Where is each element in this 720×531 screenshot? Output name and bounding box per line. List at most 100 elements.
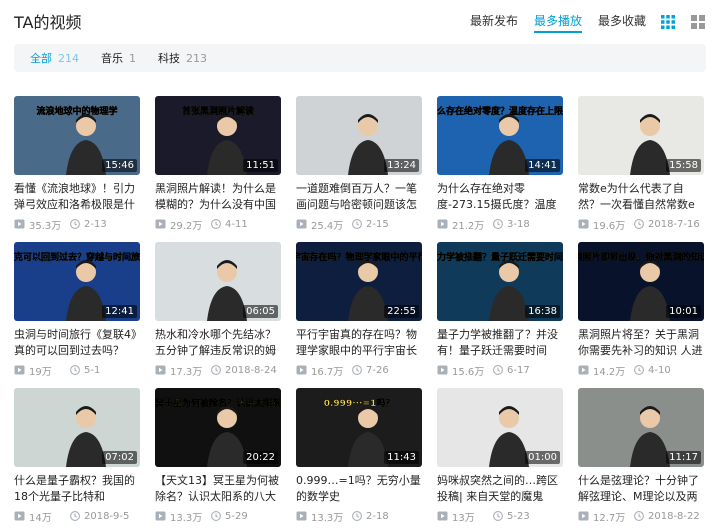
video-card[interactable]: 13:24 一道题难倒百万人？一笔画问题与哈密顿问题该怎么解？ 25.4万 2-15: [296, 96, 422, 232]
list-view-icon[interactable]: [690, 14, 706, 30]
video-thumbnail[interactable]: 冥王星为何被除名？认识太阳系 20:22: [155, 388, 281, 467]
play-count: 14.2万: [578, 363, 634, 378]
grid-view-icon[interactable]: [660, 14, 676, 30]
video-thumbnail[interactable]: 0.999···=1吗？ 11:43: [296, 388, 422, 467]
video-meta: 12.7万 2018-8-22: [578, 509, 704, 524]
video-thumbnail[interactable]: 01:00: [437, 388, 563, 467]
video-title[interactable]: 为什么存在绝对零度-273.15摄氏度？温度存在上限吗？: [437, 181, 563, 213]
play-count: 17.3万: [155, 363, 211, 378]
video-meta: 14万 2018-9-5: [14, 509, 140, 524]
video-meta: 35.3万 2-13: [14, 217, 140, 232]
filter-all[interactable]: 全部 214: [30, 50, 79, 66]
video-duration: 01:00: [525, 451, 560, 464]
video-meta: 19万 5-1: [14, 363, 140, 378]
video-title[interactable]: 【天文13】冥王星为何被除名？认识太阳系的八大行星: [155, 473, 281, 505]
video-thumbnail[interactable]: 06:05: [155, 242, 281, 321]
upload-date: 4-10: [634, 365, 671, 376]
video-card[interactable]: 15:58 常数e为什么代表了自然？一次看懂自然常数e的由来 19.6万 2018-7…: [578, 96, 704, 232]
video-title[interactable]: 热水和冷水哪个先结冰？五分钟了解违反常识的姆潘巴现象: [155, 327, 281, 359]
video-thumbnail[interactable]: 浩克可以回到过去？穿越与时间旅行 12:41: [14, 242, 140, 321]
video-meta: 13.3万 2-18: [296, 509, 422, 524]
video-meta: 16.7万 7-26: [296, 363, 422, 378]
play-count-icon: [437, 219, 448, 229]
video-thumbnail[interactable]: 07:02: [14, 388, 140, 467]
clock-icon: [70, 365, 80, 375]
video-card[interactable]: 为什么存在绝对零度？温度存在上限吗？ 14:41 为什么存在绝对零度-273.15摄…: [437, 96, 563, 232]
play-count-icon: [14, 365, 25, 375]
video-card[interactable]: 量子力学被推翻？量子跃迁需要时间吗？ 16:38 量子力学被推翻了？并没有！量子跃迁…: [437, 242, 563, 378]
video-card[interactable]: 11:17 什么是弦理论？十分钟了解弦理论、M理论以及两次超弦革 12.7万 2018…: [578, 388, 704, 524]
video-duration: 06:05: [243, 305, 278, 318]
video-duration: 11:17: [666, 451, 701, 464]
video-thumbnail[interactable]: 量子力学被推翻？量子跃迁需要时间吗？ 16:38: [437, 242, 563, 321]
clock-icon: [211, 365, 221, 375]
video-duration: 12:41: [102, 305, 137, 318]
sort-tab-most-played[interactable]: 最多播放: [533, 13, 582, 33]
filter-tech[interactable]: 科技 213: [158, 50, 207, 66]
category-filter-bar: 全部 214 音乐 1 科技 213: [14, 44, 706, 72]
video-title[interactable]: 黑洞照片将至？关于黑洞你需要先补习的知识 人进入黑洞会: [578, 327, 704, 359]
video-card[interactable]: 平行宇宙存在吗？物理学家眼中的平行宇宙 22:55 平行宇宙真的存在吗？物理学家眼中…: [296, 242, 422, 378]
video-duration: 15:46: [102, 159, 137, 172]
clock-icon: [211, 511, 221, 521]
play-count-value: 19万: [29, 366, 52, 378]
clock-icon: [70, 511, 80, 521]
video-thumbnail[interactable]: 平行宇宙存在吗？物理学家眼中的平行宇宙 22:55: [296, 242, 422, 321]
view-toggle: [660, 14, 706, 30]
video-duration: 13:24: [384, 159, 419, 172]
sort-tab-latest[interactable]: 最新发布: [470, 13, 518, 33]
video-title[interactable]: 什么是量子霸权？我国的18个光量子比特和google的72个: [14, 473, 140, 505]
video-thumbnail[interactable]: 15:58: [578, 96, 704, 175]
video-title[interactable]: 平行宇宙真的存在吗？物理学家眼中的平行宇宙长什么样？: [296, 327, 422, 359]
video-title[interactable]: 虫洞与时间旅行《复联4》真的可以回到过去吗？: [14, 327, 140, 359]
play-count-icon: [296, 511, 307, 521]
video-card[interactable]: 0.999···=1吗？ 11:43 0.999…=1吗？无穷小量的数学史 13.3万…: [296, 388, 422, 524]
clock-icon: [493, 511, 503, 521]
video-title[interactable]: 妈咪叔突然之间的…跨区投稿| 来自天堂的魔鬼: [437, 473, 563, 505]
clock-icon: [634, 365, 644, 375]
video-card[interactable]: 01:00 妈咪叔突然之间的…跨区投稿| 来自天堂的魔鬼 13万 5-23: [437, 388, 563, 524]
video-title[interactable]: 什么是弦理论？十分钟了解弦理论、M理论以及两次超弦革: [578, 473, 704, 505]
video-thumbnail[interactable]: 首张黑洞照片解读 11:51: [155, 96, 281, 175]
video-title[interactable]: 常数e为什么代表了自然？一次看懂自然常数e的由来: [578, 181, 704, 213]
play-count-value: 25.4万: [311, 220, 344, 232]
upload-date: 7-26: [352, 365, 389, 376]
play-count-icon: [296, 219, 307, 229]
thumbnail-caption: 量子力学被推翻？量子跃迁需要时间吗？: [437, 251, 563, 263]
play-count: 12.7万: [578, 509, 634, 524]
video-card[interactable]: 流浪地球中的物理学 15:46 看懂《流浪地球》！引力弹弓效应和洛希极限是什么？木星…: [14, 96, 140, 232]
video-thumbnail[interactable]: 13:24: [296, 96, 422, 175]
play-count: 14万: [14, 509, 70, 524]
video-title[interactable]: 一道题难倒百万人？一笔画问题与哈密顿问题该怎么解？: [296, 181, 422, 213]
video-title[interactable]: 看懂《流浪地球》！引力弹弓效应和洛希极限是什么？木星: [14, 181, 140, 213]
video-title[interactable]: 0.999…=1吗？无穷小量的数学史: [296, 473, 422, 505]
sort-tab-most-favorited[interactable]: 最多收藏: [598, 13, 646, 33]
video-thumbnail[interactable]: 第一张黑洞照片即将出现，你对黑洞的知识有多少？ 10:01: [578, 242, 704, 321]
video-duration: 20:22: [243, 451, 278, 464]
video-title[interactable]: 黑洞照片解读！为什么是模糊的？为什么没有中国的: [155, 181, 281, 213]
video-thumbnail[interactable]: 11:17: [578, 388, 704, 467]
video-card[interactable]: 第一张黑洞照片即将出现，你对黑洞的知识有多少？ 10:01 黑洞照片将至？关于黑洞你…: [578, 242, 704, 378]
upload-date-value: 2018-7-16: [648, 218, 700, 230]
video-duration: 11:43: [384, 451, 419, 464]
video-duration: 22:55: [384, 305, 419, 318]
play-count-icon: [437, 511, 448, 521]
clock-icon: [493, 365, 503, 375]
video-thumbnail[interactable]: 流浪地球中的物理学 15:46: [14, 96, 140, 175]
play-count-icon: [14, 219, 25, 229]
video-card[interactable]: 07:02 什么是量子霸权？我国的18个光量子比特和google的72个 14万 20…: [14, 388, 140, 524]
upload-date-value: 5-23: [507, 510, 530, 522]
clock-icon: [352, 219, 362, 229]
play-count-icon: [14, 511, 25, 521]
upload-date-value: 2-15: [366, 218, 389, 230]
clock-icon: [211, 219, 221, 229]
video-card[interactable]: 06:05 热水和冷水哪个先结冰？五分钟了解违反常识的姆潘巴现象 17.3万 2018…: [155, 242, 281, 378]
filter-music[interactable]: 音乐 1: [101, 50, 136, 66]
play-count: 25.4万: [296, 217, 352, 232]
play-count: 13.3万: [296, 509, 352, 524]
video-card[interactable]: 浩克可以回到过去？穿越与时间旅行 12:41 虫洞与时间旅行《复联4》真的可以回到过…: [14, 242, 140, 378]
video-card[interactable]: 冥王星为何被除名？认识太阳系 20:22 【天文13】冥王星为何被除名？认识太阳系的…: [155, 388, 281, 524]
video-card[interactable]: 首张黑洞照片解读 11:51 黑洞照片解读！为什么是模糊的？为什么没有中国的 29.2…: [155, 96, 281, 232]
video-title[interactable]: 量子力学被推翻了？并没有！量子跃迁需要时间吗？: [437, 327, 563, 359]
video-thumbnail[interactable]: 为什么存在绝对零度？温度存在上限吗？ 14:41: [437, 96, 563, 175]
